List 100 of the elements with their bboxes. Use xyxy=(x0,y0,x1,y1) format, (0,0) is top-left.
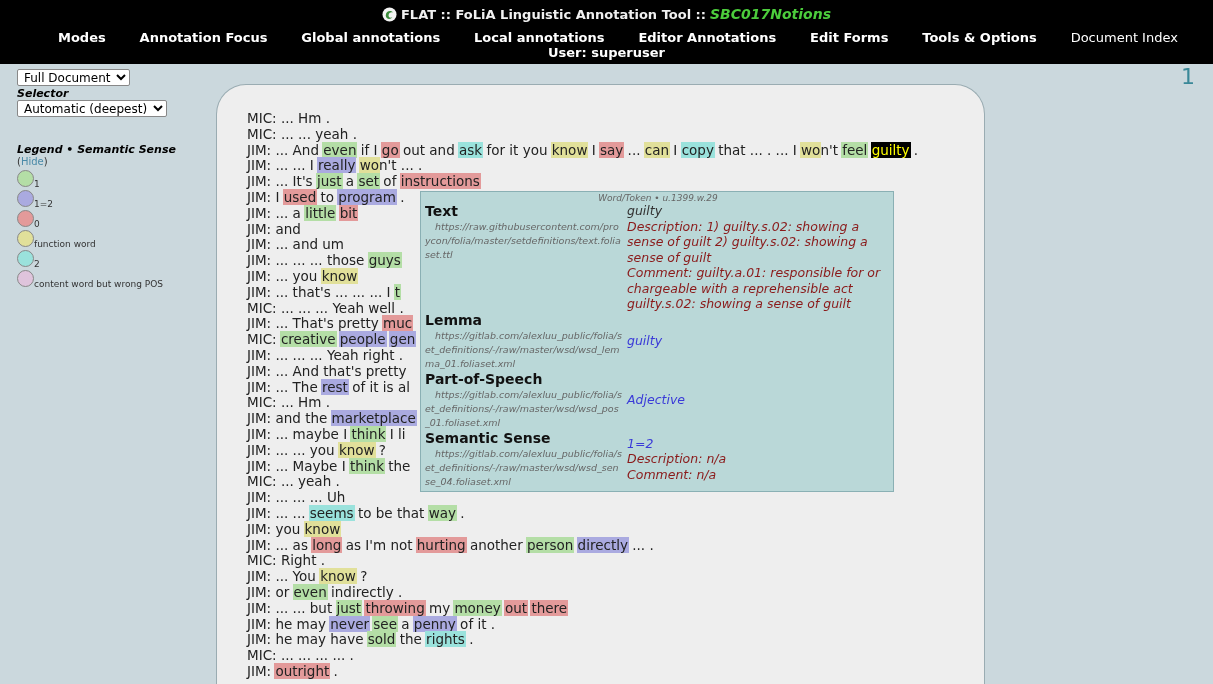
line-text: MIC: ... Hm . xyxy=(247,394,330,411)
word[interactable]: just xyxy=(335,599,363,616)
word[interactable]: know xyxy=(337,441,376,458)
word[interactable]: creative xyxy=(279,331,337,348)
word[interactable]: rights xyxy=(425,631,466,648)
line-text: if I xyxy=(359,141,379,158)
annotation-type: Semantic Sense xyxy=(425,429,552,447)
line-text: of it is al xyxy=(351,378,410,395)
word[interactable]: t xyxy=(393,283,402,300)
word[interactable]: gen xyxy=(388,331,417,348)
menu-item[interactable]: Document Index xyxy=(1070,30,1178,45)
line-text: . xyxy=(332,662,338,679)
line-text: . xyxy=(468,631,474,648)
annotation-value: Description: 1) guilty.s.02: showing a sense of guilt 2) guilty.s.02: showing a sense of guilt xyxy=(627,218,869,265)
word[interactable]: really xyxy=(317,157,357,174)
annotation-type: Text xyxy=(425,203,459,220)
word[interactable]: know xyxy=(550,141,589,158)
set-url: https://gitlab.com/alexluu_public/folia/set_definitions/-/raw/master/wsd/wsd_sense_04.foliaset.xml xyxy=(425,446,623,489)
word[interactable]: throwing xyxy=(364,599,426,616)
annotation-type: Part-of-Speech xyxy=(425,370,544,388)
word[interactable]: can xyxy=(643,141,671,158)
menu-item[interactable]: Edit Forms xyxy=(810,30,889,45)
word[interactable]: person xyxy=(526,536,575,553)
selector-select[interactable]: Automatic (deepest) xyxy=(17,100,167,117)
line-text: ... xyxy=(626,141,642,158)
menu-item[interactable]: Local annotations xyxy=(474,30,605,45)
perspective-select[interactable]: Full Document xyxy=(17,69,130,86)
legend-label: 0 xyxy=(34,219,40,229)
word[interactable]: out xyxy=(504,599,529,616)
line-text: n't ... . xyxy=(379,157,423,174)
word[interactable]: used xyxy=(282,189,318,205)
word[interactable]: never xyxy=(329,615,371,632)
legend-label: 2 xyxy=(34,259,40,269)
line-text: my xyxy=(428,599,452,616)
line-text: . xyxy=(912,141,919,158)
line-text: MIC: Right . xyxy=(247,552,326,569)
legend-label: 1 xyxy=(34,179,40,189)
word[interactable]: guilty xyxy=(870,141,911,158)
line-text: a xyxy=(344,173,356,190)
word[interactable]: set xyxy=(357,173,381,190)
line-text: indirectly . xyxy=(330,583,403,600)
word[interactable]: go xyxy=(380,141,400,158)
word[interactable]: instructions xyxy=(399,173,481,190)
line-text: JIM: ... you xyxy=(247,267,319,284)
menu-item[interactable]: Tools & Options xyxy=(922,30,1037,45)
line-text: another xyxy=(468,536,524,553)
word[interactable]: directly xyxy=(576,536,629,553)
line-text: n't xyxy=(820,141,839,158)
line-text: MIC: ... Hm . xyxy=(247,110,330,126)
word[interactable]: ask xyxy=(458,141,484,158)
word[interactable]: people xyxy=(338,331,387,348)
word[interactable]: even xyxy=(292,583,328,600)
line-text: . xyxy=(399,189,405,205)
annotation-value: 1=2 xyxy=(627,435,655,452)
word[interactable]: say xyxy=(599,141,625,158)
word[interactable]: little xyxy=(304,204,337,221)
annotation-value: guilty xyxy=(627,333,664,349)
word[interactable]: there xyxy=(530,599,569,616)
line-text: JIM: you xyxy=(247,520,302,537)
word[interactable]: marketplace xyxy=(330,410,417,427)
word[interactable]: think xyxy=(348,457,385,474)
line-text: that ... . ... I xyxy=(717,141,798,158)
menu-item[interactable]: Editor Annotations xyxy=(638,30,777,45)
word[interactable]: outright xyxy=(274,662,331,679)
document-title: SBC017Notions xyxy=(710,6,832,22)
logo-icon xyxy=(381,6,397,22)
legend-label: content word but wrong POS xyxy=(34,279,163,289)
word[interactable]: sold xyxy=(366,631,397,648)
line-text: JIM: xyxy=(247,662,273,679)
set-url: https://raw.githubusercontent.com/proycon/folia/master/setdefinitions/text.foliaset.ttl xyxy=(425,220,622,262)
bracket: ( xyxy=(17,156,21,167)
word[interactable]: know xyxy=(320,267,359,284)
word[interactable]: even xyxy=(322,141,358,158)
word[interactable]: way xyxy=(427,504,457,521)
word[interactable]: seems xyxy=(308,504,355,521)
line-text: JIM: and the xyxy=(247,410,329,427)
word[interactable]: muc xyxy=(382,315,414,332)
word[interactable]: money xyxy=(453,599,502,616)
line-text: of xyxy=(382,173,398,190)
word[interactable]: program xyxy=(337,189,397,205)
menu-item[interactable]: Modes xyxy=(58,30,106,45)
word[interactable]: hurting xyxy=(415,536,467,553)
line-text: JIM: ... ... you xyxy=(247,441,335,458)
line-text: MIC: xyxy=(247,331,278,348)
menu-item[interactable]: Global annotations xyxy=(301,30,441,45)
word[interactable]: penny xyxy=(412,615,457,632)
menu-item[interactable]: Annotation Focus xyxy=(139,30,268,45)
word[interactable]: wo xyxy=(358,157,380,174)
line-text: JIM: ... And that's pretty xyxy=(247,362,407,379)
word[interactable]: know xyxy=(319,568,357,585)
word[interactable]: rest xyxy=(321,378,349,395)
word[interactable]: copy xyxy=(680,141,715,158)
word[interactable]: wo xyxy=(800,141,822,158)
app-title: FLAT :: FoLiA Linguistic Annotation Tool :: xyxy=(400,6,707,22)
word[interactable]: just xyxy=(315,173,343,190)
line-text: MIC: ... ... ... Yeah well . xyxy=(247,299,404,316)
set-url: https://gitlab.com/alexluu_public/folia/set_definitions/-/raw/master/wsd/wsd_pos_01.foliaset.xml xyxy=(425,387,623,430)
tooltip-header: Word/Token • u.1399.w.29 xyxy=(597,193,719,203)
word[interactable]: feel xyxy=(841,141,869,158)
word[interactable]: guys xyxy=(367,252,402,269)
